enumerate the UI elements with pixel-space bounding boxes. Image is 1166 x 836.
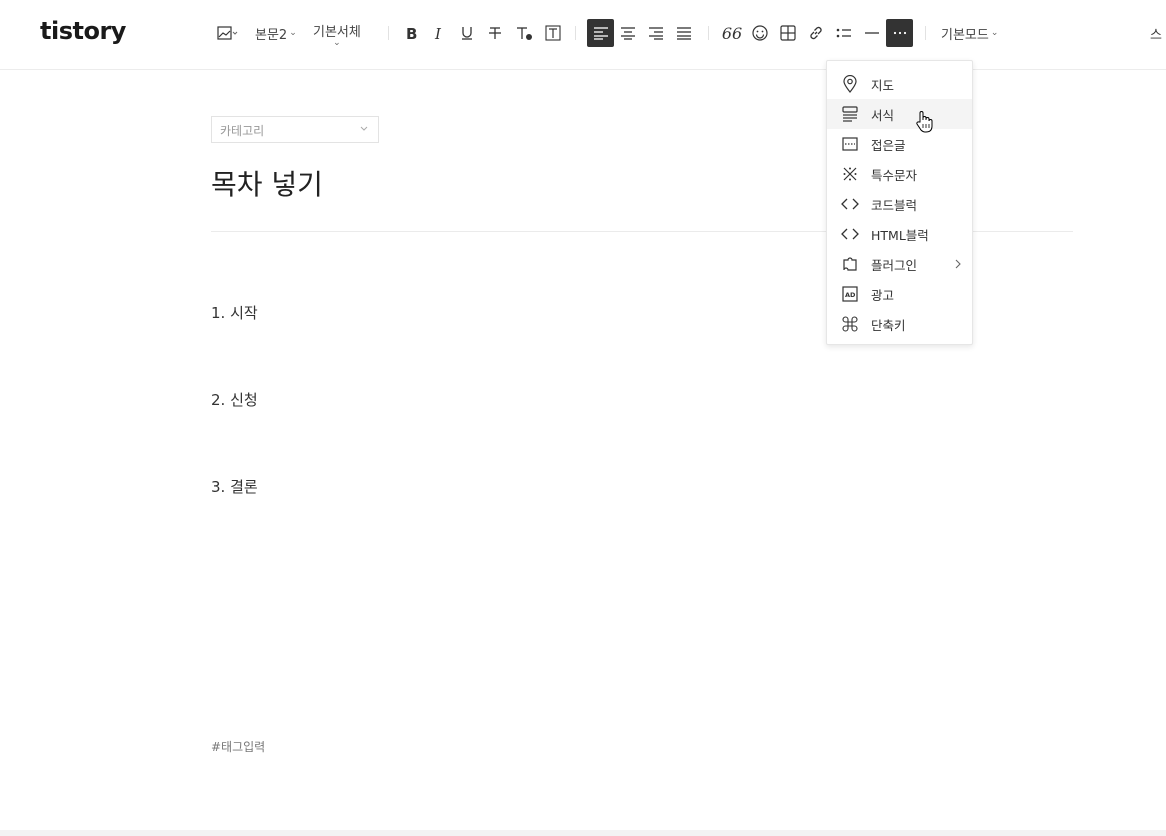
- horizontal-rule-button[interactable]: [861, 19, 883, 47]
- paragraph[interactable]: 1. 시작: [211, 302, 258, 323]
- menu-item-shortcut[interactable]: 단축키: [827, 309, 972, 339]
- menu-item-code-block[interactable]: 코드블럭: [827, 189, 972, 219]
- special-char-icon: [841, 165, 859, 183]
- underline-icon: [460, 25, 474, 41]
- link-icon: [808, 25, 824, 41]
- footer-bar: [0, 830, 1166, 836]
- paragraph-style-dropdown[interactable]: 본문2 ⌄: [255, 19, 297, 47]
- underline-button[interactable]: [457, 19, 477, 47]
- list-button[interactable]: [833, 19, 855, 47]
- menu-item-map[interactable]: 지도: [827, 69, 972, 99]
- text-color-icon: [515, 25, 533, 41]
- menu-item-html-block[interactable]: HTML블럭: [827, 219, 972, 249]
- paragraph[interactable]: 2. 신청: [211, 389, 258, 410]
- align-justify-button[interactable]: [673, 19, 695, 47]
- bold-button[interactable]: B: [402, 19, 422, 47]
- chevron-right-icon: [954, 258, 962, 273]
- quote-button[interactable]: 66: [721, 19, 743, 47]
- more-menu: 지도 서식 접은글 특수문자 코드블럭 HTML블럭 플러그인 AD 광고 단축…: [826, 60, 973, 345]
- category-placeholder: 카테고리: [220, 124, 265, 138]
- template-icon: [841, 105, 859, 123]
- editor-mode-label: 기본모드: [941, 27, 989, 43]
- chevron-down-icon: [359, 123, 369, 137]
- svg-text:AD: AD: [845, 291, 856, 299]
- table-button[interactable]: [777, 19, 799, 47]
- list-icon: [836, 26, 852, 40]
- editor-mode-dropdown[interactable]: 기본모드 ⌄: [941, 19, 998, 47]
- command-icon: [841, 315, 859, 333]
- paragraph[interactable]: 3. 결론: [211, 476, 258, 497]
- menu-item-special-char[interactable]: 특수문자: [827, 159, 972, 189]
- italic-button[interactable]: I: [429, 19, 449, 47]
- more-button[interactable]: [886, 19, 913, 47]
- toolbar-divider: [925, 26, 926, 40]
- chevron-down-icon: ⌄: [990, 28, 999, 38]
- ad-icon: AD: [841, 285, 859, 303]
- toolbar-divider: [575, 26, 576, 40]
- code-icon: [841, 195, 859, 213]
- bold-icon: B: [405, 25, 419, 41]
- toolbar-right-button[interactable]: 스: [1150, 24, 1162, 43]
- menu-item-fold-text[interactable]: 접은글: [827, 129, 972, 159]
- text-background-button[interactable]: [542, 19, 564, 47]
- align-left-icon: [593, 26, 609, 40]
- toolbar-divider: [388, 26, 389, 40]
- tistory-logo[interactable]: tistory: [40, 17, 126, 45]
- menu-item-ad[interactable]: AD 광고: [827, 279, 972, 309]
- emoticon-button[interactable]: [749, 19, 771, 47]
- align-justify-icon: [676, 26, 692, 40]
- align-right-icon: [648, 26, 664, 40]
- smiley-icon: [752, 25, 768, 41]
- text-background-icon: [545, 25, 561, 41]
- italic-icon: I: [433, 25, 445, 41]
- fold-text-icon: [841, 135, 859, 153]
- text-color-button[interactable]: [513, 19, 535, 47]
- post-title[interactable]: 목차 넣기: [211, 163, 323, 203]
- menu-item-label: 서식: [871, 107, 895, 123]
- svg-text:I: I: [434, 25, 442, 41]
- menu-item-label: 코드블럭: [871, 197, 918, 213]
- strikethrough-button[interactable]: [485, 19, 505, 47]
- align-left-button[interactable]: [587, 19, 614, 47]
- table-icon: [780, 25, 796, 41]
- chevron-down-icon: ⌄: [289, 28, 297, 38]
- menu-item-label: 특수문자: [871, 167, 918, 183]
- align-center-button[interactable]: [617, 19, 639, 47]
- toolbar-divider: [708, 26, 709, 40]
- font-family-label: 기본서체: [313, 24, 361, 40]
- horizontal-line-icon: [864, 26, 880, 40]
- html-icon: [841, 225, 859, 243]
- insert-image-button[interactable]: [214, 19, 242, 47]
- quote-icon: 66: [721, 23, 743, 43]
- align-center-icon: [620, 26, 636, 40]
- menu-item-label: 접은글: [871, 137, 906, 153]
- chevron-down-icon: ⌄: [333, 37, 341, 48]
- menu-item-plugin[interactable]: 플러그인: [827, 249, 972, 279]
- menu-item-label: 플러그인: [871, 257, 918, 273]
- menu-item-label: 단축키: [871, 317, 906, 333]
- menu-item-label: 지도: [871, 77, 895, 93]
- category-select[interactable]: 카테고리: [211, 116, 379, 143]
- align-right-button[interactable]: [645, 19, 667, 47]
- svg-text:B: B: [406, 25, 417, 41]
- link-button[interactable]: [805, 19, 827, 47]
- font-family-dropdown[interactable]: 기본서체 ⌄: [313, 19, 361, 48]
- hand-cursor-icon: [914, 110, 934, 138]
- image-icon: [217, 26, 239, 40]
- menu-item-template[interactable]: 서식: [827, 99, 972, 129]
- menu-item-label: HTML블럭: [871, 227, 929, 243]
- editor-toolbar: tistory 본문2 ⌄ 기본서체 ⌄ B I 66 기본모드 ⌄ 스: [0, 0, 1166, 70]
- paragraph-style-label: 본문2: [255, 27, 288, 43]
- map-pin-icon: [841, 75, 859, 93]
- plugin-icon: [841, 255, 859, 273]
- tag-input[interactable]: #태그입력: [211, 738, 265, 755]
- strikethrough-icon: [488, 25, 502, 41]
- menu-item-label: 광고: [871, 287, 895, 303]
- more-dots-icon: [892, 31, 908, 35]
